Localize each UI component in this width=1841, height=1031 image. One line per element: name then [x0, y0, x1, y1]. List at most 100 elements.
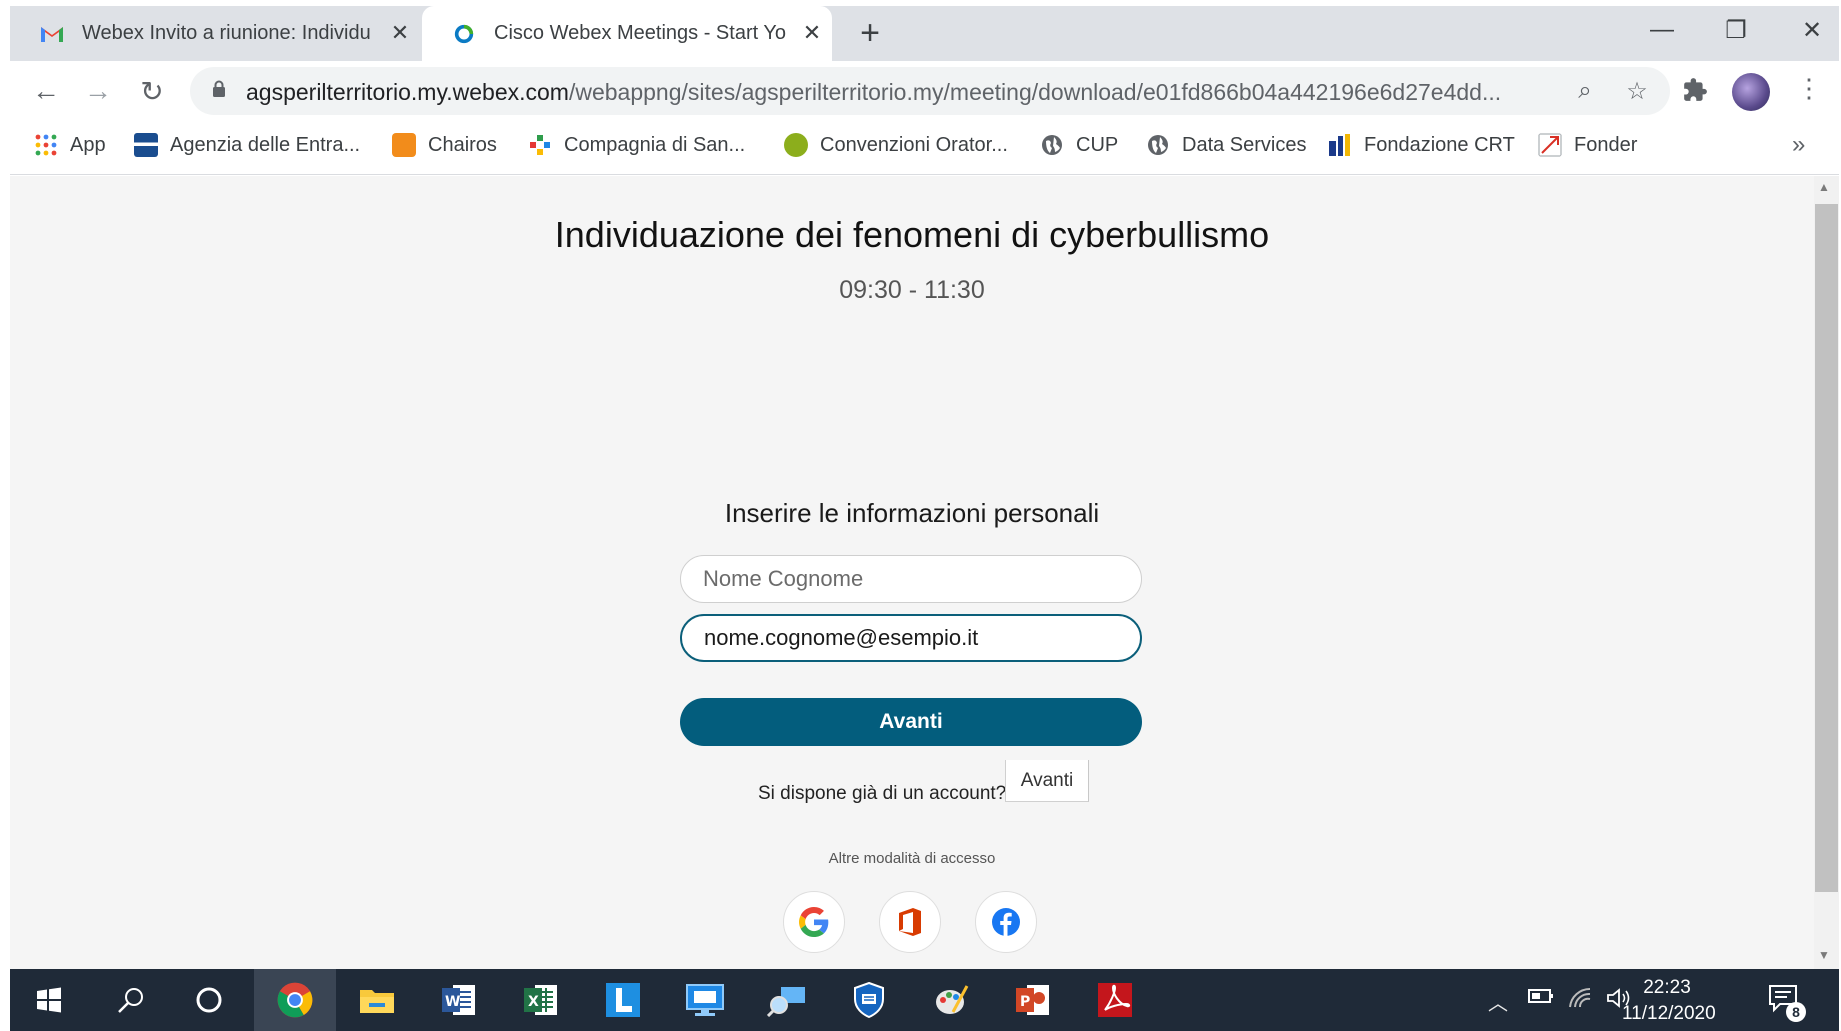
bookmark-app[interactable]: App	[34, 133, 106, 157]
bookmarks-overflow-icon[interactable]: »	[1792, 131, 1805, 159]
meeting-time: 09:30 - 11:30	[839, 276, 985, 304]
bookmarks-bar: App Agenzia delle Entra... Chairos Compa…	[10, 121, 1839, 175]
tab-title: Webex Invito a riunione: Individu	[82, 22, 371, 44]
scrollbar-thumb[interactable]	[1815, 204, 1838, 892]
svg-text:W: W	[445, 994, 460, 1010]
fonder-icon	[1538, 133, 1562, 157]
excel-icon[interactable]: X	[520, 979, 562, 1021]
fondazione-icon	[1329, 134, 1350, 156]
url-path: /webappng/sites/agsperilterritorio.my/me…	[568, 79, 1502, 105]
forward-arrow-icon[interactable]: →	[80, 75, 116, 107]
google-icon	[799, 907, 829, 937]
bookmark-label: Compagnia di San...	[564, 133, 746, 156]
bookmark-label: Convenzioni Orator...	[820, 133, 1008, 156]
webex-join-page: Individuazione dei fenomeni di cyberbull…	[10, 176, 1814, 969]
address-bar[interactable]: agsperilterritorio.my.webex.com/webappng…	[190, 67, 1670, 115]
new-tab-button[interactable]: +	[850, 14, 890, 53]
bookmark-fondazione-crt[interactable]: Fondazione CRT	[1328, 133, 1515, 157]
bookmark-compagnia[interactable]: Compagnia di San...	[528, 133, 745, 157]
paint-icon[interactable]	[930, 979, 972, 1021]
bookmark-label: Fonder	[1574, 133, 1638, 156]
office-icon	[899, 908, 921, 936]
svg-text:P: P	[1020, 994, 1030, 1010]
tab-webex-meetings[interactable]: Cisco Webex Meetings - Start Yo ✕	[422, 6, 832, 61]
menu-dots-icon[interactable]: ⋮	[1796, 73, 1822, 104]
url-host: agsperilterritorio.my.webex.com	[246, 79, 569, 105]
chairos-icon	[392, 133, 416, 157]
bookmark-cup[interactable]: CUP	[1040, 133, 1118, 157]
bookmark-label: Chairos	[428, 133, 497, 156]
word-icon[interactable]: W	[438, 979, 480, 1021]
remote-desktop-icon[interactable]	[684, 979, 726, 1021]
scroll-down-icon[interactable]: ▼	[1818, 948, 1830, 962]
globe-icon	[1148, 135, 1168, 155]
email-field[interactable]	[680, 614, 1142, 662]
bookmark-chairos[interactable]: Chairos	[392, 133, 497, 157]
show-hidden-icons-icon[interactable]: ︿	[1488, 987, 1508, 1016]
next-button[interactable]: Avanti	[680, 698, 1142, 746]
svg-text:X: X	[528, 994, 539, 1010]
facebook-icon	[992, 908, 1020, 936]
file-explorer-icon[interactable]	[356, 979, 398, 1021]
gmail-icon	[41, 27, 63, 42]
clock-date: 11/12/2020	[1622, 1003, 1716, 1024]
office-signin-button[interactable]	[879, 891, 941, 953]
close-tab-icon[interactable]: ✕	[388, 20, 412, 46]
account-question: Si dispone già di un account?	[758, 783, 1007, 804]
bookmark-data-services[interactable]: Data Services	[1146, 133, 1307, 157]
bookmark-convenzioni[interactable]: Convenzioni Orator...	[784, 133, 1008, 157]
profile-avatar[interactable]	[1732, 73, 1770, 111]
bookmark-fonder[interactable]: Fonder	[1538, 133, 1637, 157]
acrobat-icon[interactable]	[1094, 979, 1136, 1021]
signin-button[interactable]: Avanti	[1005, 760, 1089, 802]
windows-taskbar: W X P ︿ 22:23 11/12/2020 8	[10, 969, 1839, 1031]
globe-icon	[1042, 135, 1062, 155]
star-icon[interactable]: ☆	[1622, 77, 1652, 106]
notification-count-badge: 8	[1786, 1002, 1806, 1022]
close-window-icon[interactable]: ✕	[1792, 16, 1832, 45]
agenzia-icon	[134, 133, 158, 157]
windows-start-icon[interactable]	[28, 979, 70, 1021]
bookmark-label: CUP	[1076, 133, 1119, 156]
l-app-icon[interactable]	[602, 979, 644, 1021]
tab-gmail-invite[interactable]: Webex Invito a riunione: Individu ✕	[10, 6, 420, 61]
tab-strip: Webex Invito a riunione: Individu ✕ Cisc…	[10, 6, 1839, 61]
form-heading: Inserire le informazioni personali	[724, 498, 1100, 528]
reload-icon[interactable]: ↻	[134, 75, 170, 108]
bookmark-label: App	[70, 133, 106, 156]
chrome-icon[interactable]	[274, 979, 316, 1021]
other-access-label: Altre modalità di accesso	[828, 850, 996, 867]
powerpoint-icon[interactable]: P	[1012, 979, 1054, 1021]
clock-time: 22:23	[1643, 977, 1691, 998]
cortana-icon[interactable]	[188, 979, 230, 1021]
magnifier-app-icon[interactable]	[766, 979, 808, 1021]
close-tab-icon[interactable]: ✕	[800, 20, 824, 46]
wifi-icon[interactable]	[1568, 987, 1592, 1015]
apps-grid-icon	[35, 134, 57, 156]
compagnia-icon	[530, 135, 550, 155]
restore-icon[interactable]: ❐	[1716, 16, 1756, 45]
bookmark-label: Agenzia delle Entra...	[170, 133, 361, 156]
name-field[interactable]	[680, 555, 1142, 603]
oratori-icon	[784, 133, 808, 157]
url-text: agsperilterritorio.my.webex.com/webappng…	[246, 79, 1546, 106]
scroll-up-icon[interactable]: ▲	[1818, 180, 1830, 194]
minimize-icon[interactable]: —	[1642, 16, 1682, 44]
system-clock[interactable]: 22:23 11/12/2020	[1622, 975, 1716, 1027]
lock-icon	[213, 80, 225, 97]
meeting-title: Individuazione dei fenomeni di cyberbull…	[554, 214, 1270, 255]
tab-title: Cisco Webex Meetings - Start Yo	[494, 22, 786, 44]
search-icon[interactable]	[110, 979, 152, 1021]
bookmark-label: Data Services	[1182, 133, 1307, 156]
back-arrow-icon[interactable]: ←	[28, 75, 64, 107]
extensions-puzzle-icon[interactable]	[1682, 77, 1708, 110]
zoom-icon[interactable]: ⌕	[1570, 77, 1600, 105]
facebook-signin-button[interactable]	[975, 891, 1037, 953]
webex-icon	[454, 24, 474, 44]
google-signin-button[interactable]	[783, 891, 845, 953]
battery-icon[interactable]	[1528, 987, 1554, 1011]
bookmark-label: Fondazione CRT	[1364, 133, 1515, 156]
bookmark-agenzia-entrate[interactable]: Agenzia delle Entra...	[134, 133, 360, 157]
security-shield-icon[interactable]	[848, 979, 890, 1021]
browser-toolbar: ← → ↻ agsperilterritorio.my.webex.com/we…	[10, 61, 1839, 121]
